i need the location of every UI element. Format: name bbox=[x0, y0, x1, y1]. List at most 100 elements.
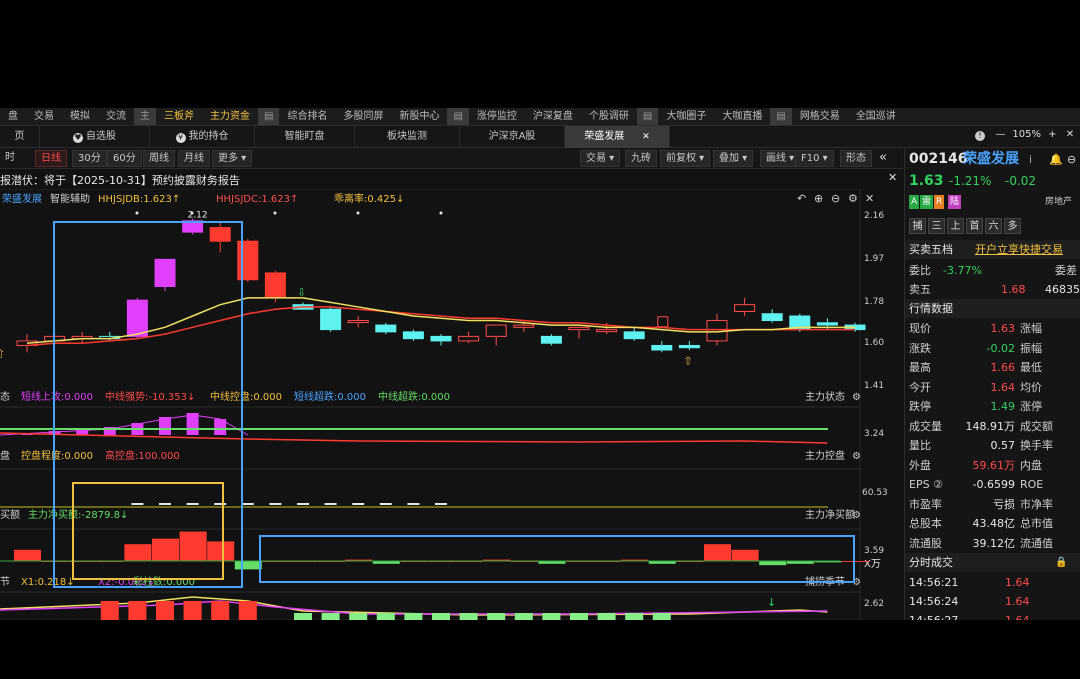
candle[interactable] bbox=[99, 331, 121, 341]
quick-button-4[interactable]: 六 bbox=[985, 218, 1002, 234]
tool-button-3[interactable]: 叠加 ▾ bbox=[713, 150, 754, 167]
panel-legend-item: 买额 bbox=[0, 508, 20, 521]
candle[interactable] bbox=[623, 327, 645, 341]
menu-item-0[interactable]: 盘 bbox=[0, 108, 26, 125]
candle[interactable] bbox=[651, 340, 673, 353]
quote-label: 外盘 bbox=[909, 458, 931, 472]
menu-item-2[interactable]: 模拟 bbox=[62, 108, 98, 125]
menu-item-19[interactable]: 网格交易 bbox=[792, 108, 848, 125]
menu-item-5[interactable]: 三板斧 bbox=[156, 108, 202, 125]
candle[interactable] bbox=[761, 309, 783, 323]
zoom-out-button[interactable]: — bbox=[995, 129, 1005, 140]
menu-item-3[interactable]: 交流 bbox=[98, 108, 134, 125]
kline-chart[interactable]: 荣盛发展 智能辅助 HHJSJDB:1.623↑ HHJSJDC:1.623↑ 乖离率:… bbox=[0, 189, 903, 620]
stock-info-icon[interactable]: i bbox=[1029, 150, 1032, 169]
tab-close-icon[interactable]: ✕ bbox=[642, 132, 650, 142]
candle[interactable] bbox=[154, 258, 176, 292]
panel-settings-icon[interactable]: ⚙ bbox=[852, 392, 861, 403]
quote-row: 14:56:21 1.64 bbox=[905, 573, 1080, 592]
menu-item-6[interactable]: 主力资金 bbox=[202, 108, 258, 125]
tab-0[interactable]: 页 bbox=[0, 126, 40, 148]
candle[interactable] bbox=[678, 340, 700, 350]
candle[interactable] bbox=[375, 322, 397, 335]
chart-tool-icon[interactable]: ✕ bbox=[865, 192, 874, 205]
close-window-icon[interactable]: ✕ bbox=[1066, 129, 1074, 140]
quick-button-0[interactable]: 捕 bbox=[909, 218, 926, 234]
tool-button-1[interactable]: 九砖 bbox=[625, 150, 657, 167]
collapse-icon[interactable]: « bbox=[879, 150, 899, 167]
p4-bar bbox=[652, 613, 671, 620]
tab-4[interactable]: 板块监测 bbox=[355, 126, 460, 148]
chart-tool-icon[interactable]: ⊖ bbox=[831, 192, 840, 205]
panel-settings-icon[interactable]: ⚙ bbox=[852, 451, 861, 462]
candle[interactable] bbox=[568, 326, 590, 339]
menu-item-14[interactable]: 个股调研 bbox=[581, 108, 637, 125]
candle[interactable] bbox=[347, 316, 369, 328]
lock-icon[interactable]: 🔒 bbox=[1055, 553, 1067, 572]
menu-item-13[interactable]: 沪深复盘 bbox=[525, 108, 581, 125]
candle[interactable] bbox=[320, 306, 342, 332]
candle[interactable] bbox=[734, 297, 756, 316]
quick-button-2[interactable]: 上 bbox=[947, 218, 964, 234]
quote-label: 市净率 bbox=[1020, 497, 1053, 511]
menu-item-1[interactable]: 交易 bbox=[26, 108, 62, 125]
menu-item-18[interactable]: ▤ bbox=[770, 108, 792, 125]
menu-item-20[interactable]: 全国巡讲 bbox=[848, 108, 904, 125]
candle-body bbox=[485, 324, 507, 337]
candle[interactable] bbox=[209, 223, 231, 253]
menu-item-9[interactable]: 多股同屏 bbox=[335, 108, 391, 125]
menu-item-10[interactable]: 新股中心 bbox=[391, 108, 447, 125]
zoom-in-plus-icon[interactable]: + bbox=[1048, 129, 1056, 140]
quick-button-3[interactable]: 首 bbox=[966, 218, 983, 234]
period-button-1[interactable]: 日线 bbox=[35, 150, 67, 167]
menu-item-15[interactable]: ▤ bbox=[636, 108, 659, 125]
chart-tool-icon[interactable]: ⚙ bbox=[848, 192, 858, 205]
menu-item-12[interactable]: 涨停监控 bbox=[469, 108, 525, 125]
panel-name: 主力控盘 bbox=[805, 449, 845, 462]
alert-icon[interactable]: 🔔 bbox=[1049, 150, 1063, 169]
candle[interactable] bbox=[402, 329, 424, 341]
candle-body bbox=[596, 329, 618, 333]
tab-5[interactable]: 沪深京A股 bbox=[460, 126, 565, 148]
quote-row: 外盘 59.61万 内盘 bbox=[905, 456, 1080, 475]
period-button-0[interactable]: 时 bbox=[0, 150, 20, 167]
candle[interactable] bbox=[430, 334, 452, 346]
period-button-2[interactable]: 30分 bbox=[72, 150, 107, 167]
quick-button-5[interactable]: 多 bbox=[1004, 218, 1021, 234]
period-button-5[interactable]: 月线 bbox=[178, 150, 210, 167]
tab-6[interactable]: 荣盛发展 ✕ bbox=[565, 126, 670, 148]
p4-bar bbox=[128, 601, 147, 620]
tool-button-2[interactable]: 前复权 ▾ bbox=[660, 150, 711, 167]
period-button-3[interactable]: 60分 bbox=[107, 150, 142, 167]
notice-close-icon[interactable]: ✕ bbox=[888, 171, 897, 184]
p4-bar bbox=[404, 613, 423, 620]
tool-button-6[interactable]: 形态 bbox=[840, 150, 872, 167]
chart-tool-icon[interactable]: ↶ bbox=[797, 192, 806, 205]
menu-item-7[interactable]: ▤ bbox=[258, 108, 280, 125]
tab-1[interactable]: ♥ 自选股 bbox=[40, 126, 150, 148]
chart-tool-icon[interactable]: ⊕ bbox=[814, 192, 823, 205]
tab-2[interactable]: ¥ 我的持仓 bbox=[150, 126, 255, 148]
menu-item-8[interactable]: 综合排名 bbox=[279, 108, 335, 125]
tab-3[interactable]: 智能盯盘 bbox=[255, 126, 355, 148]
tool-button-5[interactable]: F10 ▾ bbox=[795, 150, 834, 167]
menu-item-17[interactable]: 大咖直播 bbox=[714, 108, 770, 125]
candle[interactable] bbox=[485, 324, 507, 346]
open-account-link[interactable]: 开户立享快捷交易 bbox=[975, 240, 1063, 259]
menu-item-4[interactable]: 主 bbox=[134, 108, 156, 125]
period-button-6[interactable]: 更多 ▾ bbox=[212, 150, 253, 167]
tool-button-0[interactable]: 交易 ▾ bbox=[580, 150, 621, 167]
p4-bar bbox=[542, 613, 561, 620]
candle[interactable] bbox=[237, 238, 259, 282]
candle[interactable] bbox=[71, 331, 93, 344]
menu-item-16[interactable]: 大咖圈子 bbox=[658, 108, 714, 125]
menu-item-11[interactable]: ▤ bbox=[447, 108, 469, 125]
candle[interactable] bbox=[540, 334, 562, 346]
info-icon[interactable]: ! bbox=[975, 131, 985, 141]
quick-button-1[interactable]: 三 bbox=[928, 218, 945, 234]
panel-settings-icon[interactable]: ⚙ bbox=[852, 510, 861, 521]
period-button-4[interactable]: 周线 bbox=[143, 150, 175, 167]
candle[interactable] bbox=[458, 331, 480, 344]
minus-icon[interactable]: ⊖ bbox=[1067, 150, 1076, 169]
candle[interactable] bbox=[182, 218, 204, 235]
